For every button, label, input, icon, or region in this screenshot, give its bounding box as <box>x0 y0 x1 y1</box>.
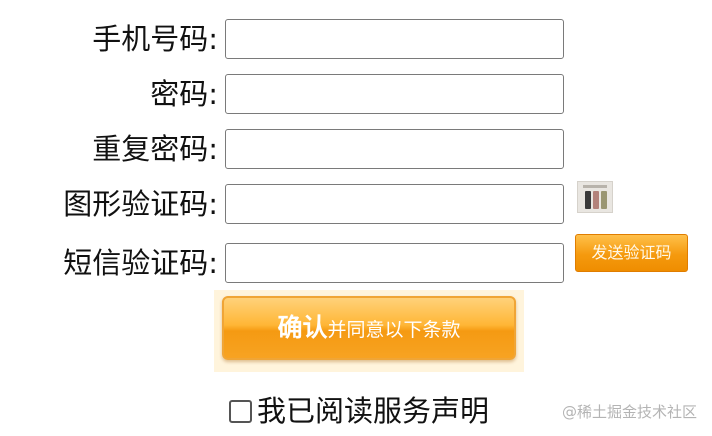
confirm-password-input[interactable] <box>225 129 564 169</box>
sms-code-input[interactable] <box>225 243 564 283</box>
captcha-input[interactable] <box>225 184 564 224</box>
password-label: 密码: <box>150 77 218 111</box>
password-input[interactable] <box>225 74 564 114</box>
confirm-button-strong-text: 确认 <box>277 313 328 342</box>
captcha-glyph <box>593 191 599 209</box>
confirm-agree-button[interactable]: 确认并同意以下条款 <box>222 296 516 360</box>
watermark: @稀土掘金技术社区 <box>562 403 698 421</box>
agreement-row[interactable]: 我已阅读服务声明 <box>229 394 489 428</box>
captcha-glyph <box>585 191 591 209</box>
agreement-checkbox[interactable] <box>229 399 252 423</box>
agreement-label: 我已阅读服务声明 <box>257 394 490 428</box>
send-sms-code-button[interactable]: 发送验证码 <box>575 234 688 272</box>
sms-code-label: 短信验证码: <box>63 246 218 280</box>
captcha-image[interactable] <box>577 181 613 213</box>
confirm-button-frame: 确认并同意以下条款 <box>214 290 524 372</box>
captcha-glyph <box>601 191 607 209</box>
confirm-button-rest-text: 并同意以下条款 <box>327 319 461 341</box>
phone-input[interactable] <box>225 19 564 59</box>
confirm-password-label: 重复密码: <box>92 132 218 166</box>
phone-label: 手机号码: <box>92 22 218 56</box>
captcha-label: 图形验证码: <box>63 187 218 221</box>
captcha-header-bar <box>583 185 607 188</box>
